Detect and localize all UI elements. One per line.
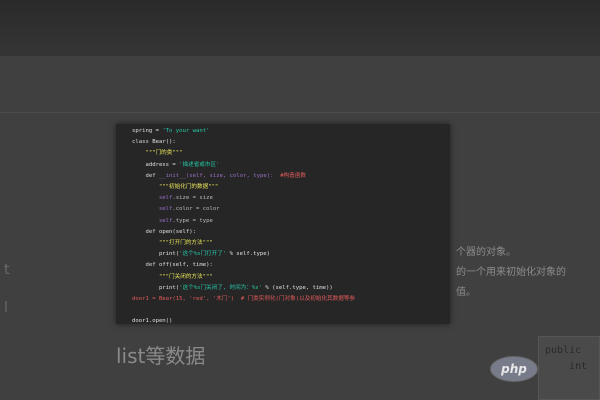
code-line: print('这个%s门打开了' % self.type) — [132, 249, 355, 260]
top-bar — [0, 0, 600, 56]
code-token: """门关闭的方法""" — [132, 273, 213, 280]
code-token: print( — [132, 251, 180, 258]
code-token: 'To your want' — [162, 128, 210, 134]
code-line: """门的类""" — [132, 148, 355, 159]
php-logo-icon: php — [490, 356, 538, 382]
code-token: self — [132, 195, 173, 202]
code-line: door1 = Bear(15, 'red', '木门') # 门类实例化(门对… — [132, 294, 355, 305]
article-text-line-1: 个器的对象。 — [456, 247, 516, 258]
code-line: address = '描述省或市区' — [132, 160, 355, 171]
code-screenshot: spring = 'To your want' class Bear(): """… — [116, 124, 450, 324]
code-line: spring = 'To your want' — [132, 126, 355, 137]
code-line: self.color = color — [132, 204, 355, 215]
code-line: """打开门的方法""" — [132, 238, 355, 249]
code-token: __init__(self, size, color, type): — [158, 172, 274, 179]
article-text-line-3: 值。 — [456, 287, 476, 298]
code-line: def open(self): — [132, 227, 355, 238]
code-token: door1.open() — [132, 318, 173, 324]
header-divider — [0, 112, 600, 113]
code-token: .size = size — [172, 195, 213, 202]
code-token: % self.type) — [226, 251, 270, 258]
code-token: print( — [132, 284, 180, 291]
code-line: self.size = size — [132, 193, 355, 204]
code-line: class Bear(): — [132, 137, 355, 148]
code-block: spring = 'To your want' class Bear(): """… — [132, 126, 355, 324]
code-token: def — [132, 262, 159, 269]
code-sample-line: int — [569, 361, 588, 372]
code-token: door1 = Bear(15, 'red', '木门') # 门类实例化(门对… — [132, 296, 356, 303]
code-line: door1.open() — [132, 316, 355, 324]
code-token: """打开门的方法""" — [132, 240, 213, 247]
code-token: off(self, time): — [158, 262, 213, 269]
code-token: def — [132, 228, 159, 235]
code-token: """初始化门的数据""" — [132, 184, 219, 191]
code-line: print('这个%s门关闭了, 时间为：%s' % (self.type, t… — [132, 283, 355, 294]
code-token: '描述省或市区' — [179, 161, 220, 168]
code-token: spring = — [132, 128, 163, 134]
code-line: self.type = type — [132, 216, 355, 227]
code-line: """门关闭的方法""" — [132, 272, 355, 283]
code-token: .color = color — [172, 206, 220, 213]
code-line: def __init__(self, size, color, type): #… — [132, 171, 355, 182]
code-token: self — [132, 217, 173, 224]
code-token: % (self.type, time)) — [262, 284, 333, 291]
code-line: def off(self, time): — [132, 260, 355, 271]
code-token: self — [132, 206, 173, 213]
code-token: class — [132, 139, 153, 146]
code-token: Bear(): — [152, 139, 176, 146]
code-token: open(self): — [158, 228, 196, 235]
code-token: address = — [132, 161, 180, 168]
code-token: '这个%s门关闭了, 时间为：%s' — [179, 284, 263, 291]
code-sample-line: public — [545, 345, 582, 356]
code-token: '这个%s门打开了' — [179, 251, 227, 258]
code-token: .type = type — [172, 217, 213, 224]
left-margin-glyph-a: t — [4, 262, 10, 278]
left-margin-glyph-b: l — [4, 300, 8, 316]
article-text-line-2: 的一个用来初始化对象的 — [456, 267, 566, 278]
code-sample-box: public int — [538, 336, 600, 400]
code-token: #构造函数 — [273, 172, 306, 179]
code-line: """初始化门的数据""" — [132, 182, 355, 193]
code-token: def — [132, 172, 159, 179]
section-heading: list等数据 — [116, 344, 206, 368]
code-token: """门的类""" — [132, 150, 183, 157]
